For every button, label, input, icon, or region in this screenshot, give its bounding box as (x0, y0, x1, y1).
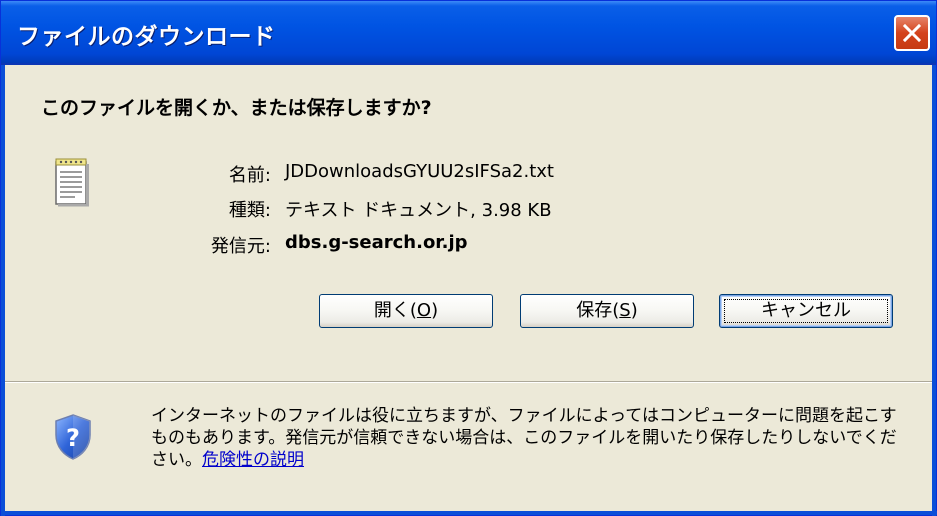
save-button[interactable]: 保存(S) (520, 294, 694, 328)
save-button-label: 保存( (576, 300, 620, 321)
text-document-icon (53, 156, 93, 212)
file-type-value: テキスト ドキュメント, 3.98 KB (285, 200, 552, 221)
open-button-accesskey: O (416, 300, 432, 321)
cancel-button[interactable]: キャンセル (719, 294, 893, 328)
window-title: ファイルのダウンロード (17, 24, 276, 50)
title-bar[interactable]: ファイルのダウンロード (1, 1, 936, 65)
risk-explanation-link[interactable]: 危険性の説明 (202, 450, 304, 470)
close-icon (903, 24, 921, 42)
focus-ring (724, 299, 888, 323)
open-button-label: 開く( (373, 300, 417, 321)
window-border-right (932, 65, 936, 516)
open-button-suffix: ) (431, 300, 439, 321)
close-button[interactable] (894, 15, 930, 51)
security-warning: インターネットのファイルは役に立ちますが、ファイルによってはコンピューターに問題… (151, 405, 911, 471)
security-shield-icon: ? (53, 413, 93, 465)
save-button-suffix: ) (630, 300, 638, 321)
file-source-value: dbs.g-search.or.jp (285, 232, 468, 253)
dialog-question: このファイルを開くか、または保存しますか? (41, 97, 432, 119)
window-border-left (1, 65, 5, 516)
download-dialog: ファイルのダウンロード このファイルを開くか、または保存しますか? 名前: JD… (0, 0, 937, 516)
file-source-label: 発信元: (210, 236, 271, 257)
file-name-value: JDDownloadsGYUU2sIFSa2.txt (285, 161, 554, 182)
file-name-label: 名前: (228, 165, 271, 186)
save-button-accesskey: S (619, 300, 631, 321)
divider (5, 381, 932, 383)
file-type-label: 種類: (228, 200, 271, 221)
window-border-bottom (1, 511, 937, 515)
svg-text:?: ? (66, 424, 80, 452)
open-button[interactable]: 開く(O) (319, 294, 493, 328)
